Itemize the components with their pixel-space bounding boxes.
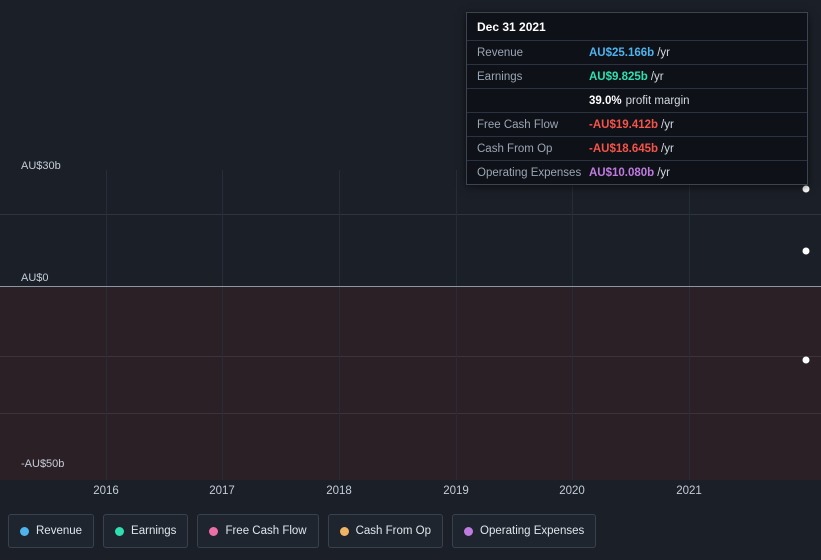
legend-color-dot — [115, 526, 125, 536]
endpoint-revenue — [802, 185, 810, 193]
x-axis-label-2018: 2018 — [326, 485, 352, 497]
chart-root: AU$30b AU$0 -AU$50b 2016 2017 2018 2019 … — [0, 0, 821, 560]
legend-item-free-cash-flow[interactable]: Free Cash Flow — [197, 514, 319, 548]
legend-item-label: Earnings — [131, 525, 177, 537]
tooltip-row-unit: /yr — [661, 142, 674, 155]
legend: Revenue Earnings Free Cash Flow Cash From O… — [8, 514, 813, 548]
vgridline — [572, 170, 573, 480]
vgridline — [339, 170, 340, 480]
endpoint-cash-from-op — [802, 356, 810, 364]
x-axis-label-2019: 2019 — [443, 485, 469, 497]
tooltip-row-value: -AU$19.412b — [589, 118, 659, 131]
legend-item-cash-from-op[interactable]: Cash From Op — [327, 514, 444, 548]
legend-item-label: Operating Expenses — [480, 525, 585, 537]
legend-item-revenue[interactable]: Revenue — [8, 514, 95, 548]
tooltip-row-label: Earnings — [477, 70, 523, 83]
gridline — [0, 214, 821, 215]
x-axis-label-2017: 2017 — [209, 485, 235, 497]
tooltip: Dec 31 2021 Revenue AU$25.166b/yr Earnings… — [466, 12, 808, 185]
tooltip-row: Cash From Op -AU$18.645b/yr — [467, 136, 807, 160]
x-axis-label-2016: 2016 — [93, 485, 119, 497]
endpoint-operating-expenses — [802, 247, 810, 255]
legend-item-label: Revenue — [36, 525, 83, 537]
vgridline — [456, 170, 457, 480]
tooltip-row-unit: /yr — [661, 118, 674, 131]
tooltip-row-label: Revenue — [477, 46, 524, 59]
plot-area — [0, 170, 821, 480]
legend-item-operating-expenses[interactable]: Operating Expenses — [452, 514, 597, 548]
tooltip-row: Revenue AU$25.166b/yr — [467, 40, 807, 64]
tooltip-row-label: Cash From Op — [477, 142, 553, 155]
tooltip-row-value: AU$9.825b — [589, 70, 648, 83]
y-axis-label-top: AU$30b — [21, 160, 61, 172]
vgridline — [689, 170, 690, 480]
tooltip-row-value: AU$10.080b — [589, 166, 655, 179]
legend-color-dot — [339, 526, 349, 536]
tooltip-row-unit: /yr — [657, 46, 670, 59]
vgridline — [106, 170, 107, 480]
tooltip-row: Free Cash Flow -AU$19.412b/yr — [467, 112, 807, 136]
tooltip-rows: Revenue AU$25.166b/yr Earnings AU$9.825b/yr… — [467, 40, 807, 184]
tooltip-row-unit: /yr — [657, 166, 670, 179]
y-axis-label-bottom: -AU$50b — [21, 458, 65, 470]
legend-item-label: Cash From Op — [355, 525, 432, 537]
tooltip-row-label: Operating Expenses — [477, 166, 582, 179]
tooltip-row: Earnings AU$9.825b/yr — [467, 64, 807, 88]
legend-color-dot — [20, 526, 29, 536]
x-axis-label-2021: 2021 — [676, 485, 702, 497]
legend-item-label: Free Cash Flow — [225, 525, 307, 537]
x-axis-label-2020: 2020 — [559, 485, 585, 497]
legend-color-dot — [464, 526, 474, 536]
tooltip-row-value: 39.0% — [589, 94, 622, 107]
tooltip-row-label: Free Cash Flow — [477, 118, 559, 131]
negative-region-shading — [0, 286, 821, 480]
tooltip-row-unit: /yr — [650, 70, 664, 83]
legend-item-earnings[interactable]: Earnings — [103, 514, 189, 548]
tooltip-row-value: AU$25.166b — [589, 46, 655, 59]
legend-color-dot — [209, 526, 219, 536]
tooltip-row: 39.0% profit margin — [467, 88, 807, 112]
y-axis-label-zero: AU$0 — [21, 272, 49, 284]
tooltip-title: Dec 31 2021 — [477, 20, 546, 34]
vgridline — [222, 170, 223, 480]
tooltip-row-value: -AU$18.645b — [589, 142, 659, 155]
zero-axis-line — [0, 286, 821, 287]
tooltip-row: Operating Expenses AU$10.080b/yr — [467, 160, 807, 184]
tooltip-row-subtext: profit margin — [625, 94, 690, 107]
